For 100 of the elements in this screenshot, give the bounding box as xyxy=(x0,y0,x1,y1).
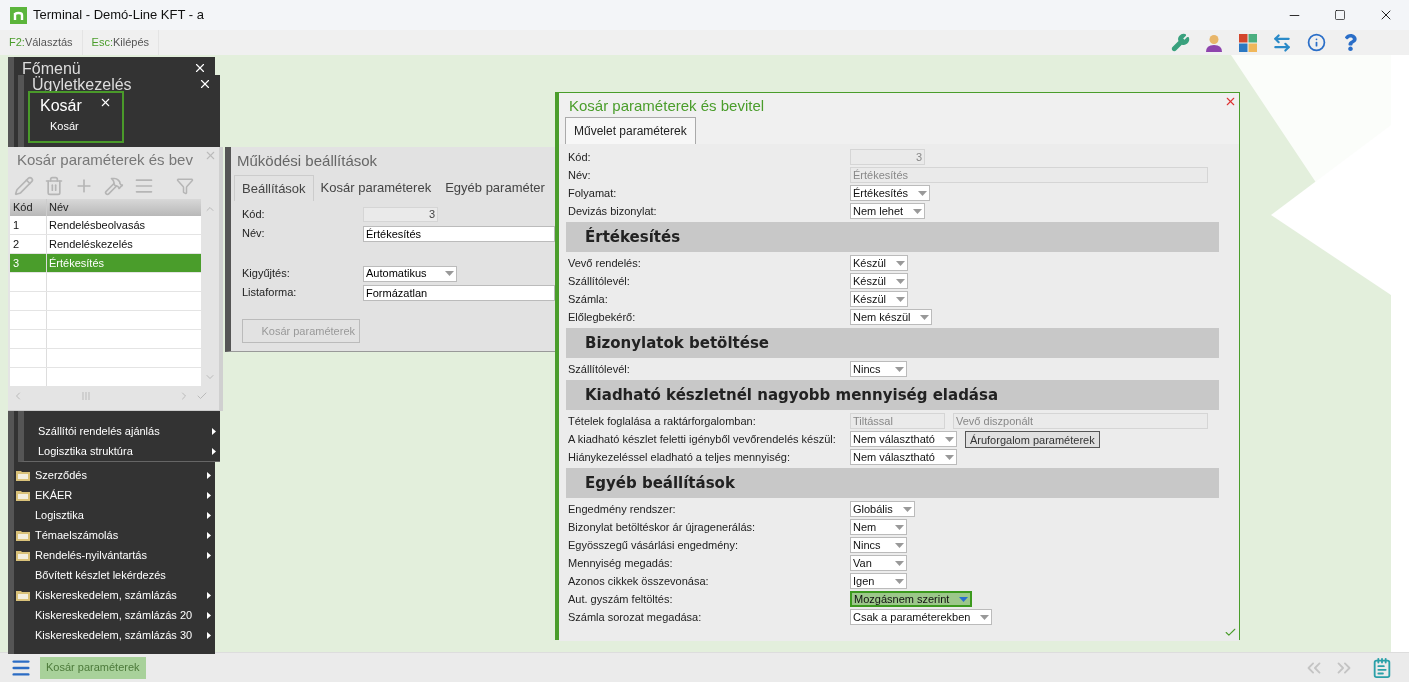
window-title: Terminal - Demó-Line KFT - a xyxy=(33,6,204,25)
input-field[interactable]: 3 xyxy=(363,207,438,222)
submenu-caret-icon xyxy=(207,471,211,479)
folder-icon xyxy=(15,588,31,602)
dropdown-caret-icon xyxy=(896,296,906,302)
folder-icon xyxy=(15,488,31,502)
input-field[interactable]: Értékesítés xyxy=(363,225,555,242)
select-field[interactable]: Készül xyxy=(850,255,909,271)
menu-item[interactable]: Témaelszámolás xyxy=(14,525,215,545)
field-label: Mennyiség megadás: xyxy=(567,555,674,571)
select-field[interactable]: Globális xyxy=(850,501,915,517)
dropdown-caret-icon xyxy=(895,524,904,530)
menu-item[interactable]: Kiskereskedelem, számlázás 20 xyxy=(14,605,215,625)
close-button[interactable] xyxy=(99,96,112,109)
field-label: Számla sorozat megadása: xyxy=(567,609,703,625)
field-label: Bizonylat betöltéskor ár újragenerálás: xyxy=(567,519,757,535)
select-field[interactable]: Készül xyxy=(850,291,909,307)
dropdown-caret-icon xyxy=(896,260,906,266)
dropdown-caret-icon xyxy=(918,190,928,196)
folder-icon xyxy=(15,548,31,562)
submenu-caret-icon xyxy=(207,551,211,559)
select-field[interactable]: Nem lehet xyxy=(850,203,926,219)
filter-icon[interactable] xyxy=(176,177,194,195)
menu-item[interactable]: Logisztika xyxy=(14,505,215,525)
notepad-icon[interactable] xyxy=(1371,656,1393,679)
panel-title: Főmenü xyxy=(22,61,81,77)
menu-item[interactable]: Rendelés-nyilvántartás xyxy=(14,545,215,565)
select-field[interactable]: Nem készül xyxy=(850,309,933,325)
menu-item[interactable]: Kosár xyxy=(30,118,79,135)
window-title: Kosár paraméterek és bev xyxy=(17,150,193,170)
close-button[interactable] xyxy=(193,61,207,75)
hammer-icon[interactable] xyxy=(104,176,124,196)
section-header: Kiadható készletnél nagyobb mennyiség eladása xyxy=(566,380,1219,410)
select-field[interactable]: Nem választható xyxy=(850,431,957,447)
table-cell: 3 xyxy=(10,254,47,272)
input-field[interactable]: Formázatlan xyxy=(363,284,555,301)
field-label: Egyösszegű vásárlási engedmény: xyxy=(567,537,739,553)
select-field[interactable]: Csak a paraméterekben xyxy=(850,609,993,625)
submenu-caret-icon xyxy=(212,427,216,435)
menu-item[interactable]: EKÁER xyxy=(14,485,215,505)
select-field[interactable]: Értékesítés xyxy=(850,185,931,201)
submenu-caret-icon xyxy=(207,591,211,599)
field-label: Hiánykezeléssel eladható a teljes mennyiség: xyxy=(567,449,791,465)
submenu-caret-icon xyxy=(207,491,211,499)
menu-item[interactable]: Kiskereskedelem, számlázás 30 xyxy=(14,625,215,645)
select-field[interactable]: Igen xyxy=(850,573,907,589)
select-field[interactable]: Nincs xyxy=(850,537,907,553)
dropdown-caret-icon xyxy=(902,506,912,512)
section-header: Értékesítés xyxy=(566,222,1219,252)
field-label: Tételek foglalása a raktárforgalomban: xyxy=(567,413,757,429)
dropdown-caret-icon xyxy=(895,560,904,566)
submenu-caret-icon xyxy=(207,511,211,519)
field-label: Kód: xyxy=(567,149,592,165)
dropdown-caret-icon xyxy=(913,208,923,214)
menu-item[interactable]: Szerződés xyxy=(14,465,215,485)
select-field[interactable]: Mozgásnem szerint xyxy=(850,591,973,607)
select-field[interactable]: Automatikus xyxy=(363,265,457,282)
panel-title: Ügyletkezelés xyxy=(32,77,132,93)
field-label: Listaforma: xyxy=(242,285,298,301)
tab[interactable]: Kosár paraméterek xyxy=(313,175,439,201)
dropdown-caret-icon xyxy=(896,278,906,284)
check-icon[interactable] xyxy=(1224,626,1237,639)
maximize-icon[interactable] xyxy=(1334,9,1346,21)
close-button[interactable] xyxy=(198,77,212,91)
table-row[interactable]: 1 Rendelésbeolvasás xyxy=(10,216,202,235)
dropdown-caret-icon xyxy=(980,614,990,620)
trash-icon[interactable] xyxy=(44,176,64,196)
field-label: Kód: xyxy=(242,207,266,223)
menu-item[interactable]: Szállítói rendelés ajánlás xyxy=(24,421,220,442)
dropdown-caret-icon xyxy=(445,271,454,276)
select-field[interactable]: Készül xyxy=(850,273,909,289)
table-row[interactable]: 2 Rendeléskezelés xyxy=(10,235,202,254)
field-label: Vevő rendelés: xyxy=(567,255,642,271)
menu-item[interactable]: Bővített készlet lekérdezés xyxy=(14,565,215,585)
pencil-icon[interactable] xyxy=(14,176,34,196)
list-icon[interactable] xyxy=(134,176,154,196)
tab[interactable]: Egyéb paraméter xyxy=(438,175,552,201)
field-label: Előlegbekérő: xyxy=(567,309,637,325)
select-field[interactable]: Van xyxy=(850,555,907,571)
field-label: Szállítólevél: xyxy=(567,361,631,377)
dropdown-caret-icon xyxy=(959,596,969,602)
field-label: Név: xyxy=(242,226,266,242)
panel-title: Kosár xyxy=(40,96,82,116)
select-field[interactable]: Nem xyxy=(850,519,907,535)
select-field[interactable]: Nem választható xyxy=(850,449,957,465)
menu-item[interactable]: Logisztika struktúra xyxy=(24,441,220,461)
table-cell-text: Értékesítés xyxy=(48,255,106,271)
field-label: A kiadható készlet feletti igényből vevőrendelés készül: xyxy=(567,431,837,447)
submenu-caret-icon xyxy=(207,611,211,619)
tab[interactable]: Művelet paraméterek xyxy=(565,117,696,144)
goods-parameters-button[interactable]: Áruforgalom paraméterek xyxy=(964,430,1100,448)
window-title: Működési beállítások xyxy=(236,151,379,171)
tab[interactable]: Beállítások xyxy=(234,175,314,201)
column-header[interactable]: Név xyxy=(47,199,202,216)
check-icon[interactable] xyxy=(196,390,208,402)
dropdown-caret-icon xyxy=(920,314,930,320)
select-field[interactable]: Nincs xyxy=(850,361,907,377)
dropdown-caret-icon xyxy=(895,366,904,372)
menu-item[interactable]: Kiskereskedelem, számlázás xyxy=(14,585,215,605)
submenu-caret-icon xyxy=(207,531,211,539)
